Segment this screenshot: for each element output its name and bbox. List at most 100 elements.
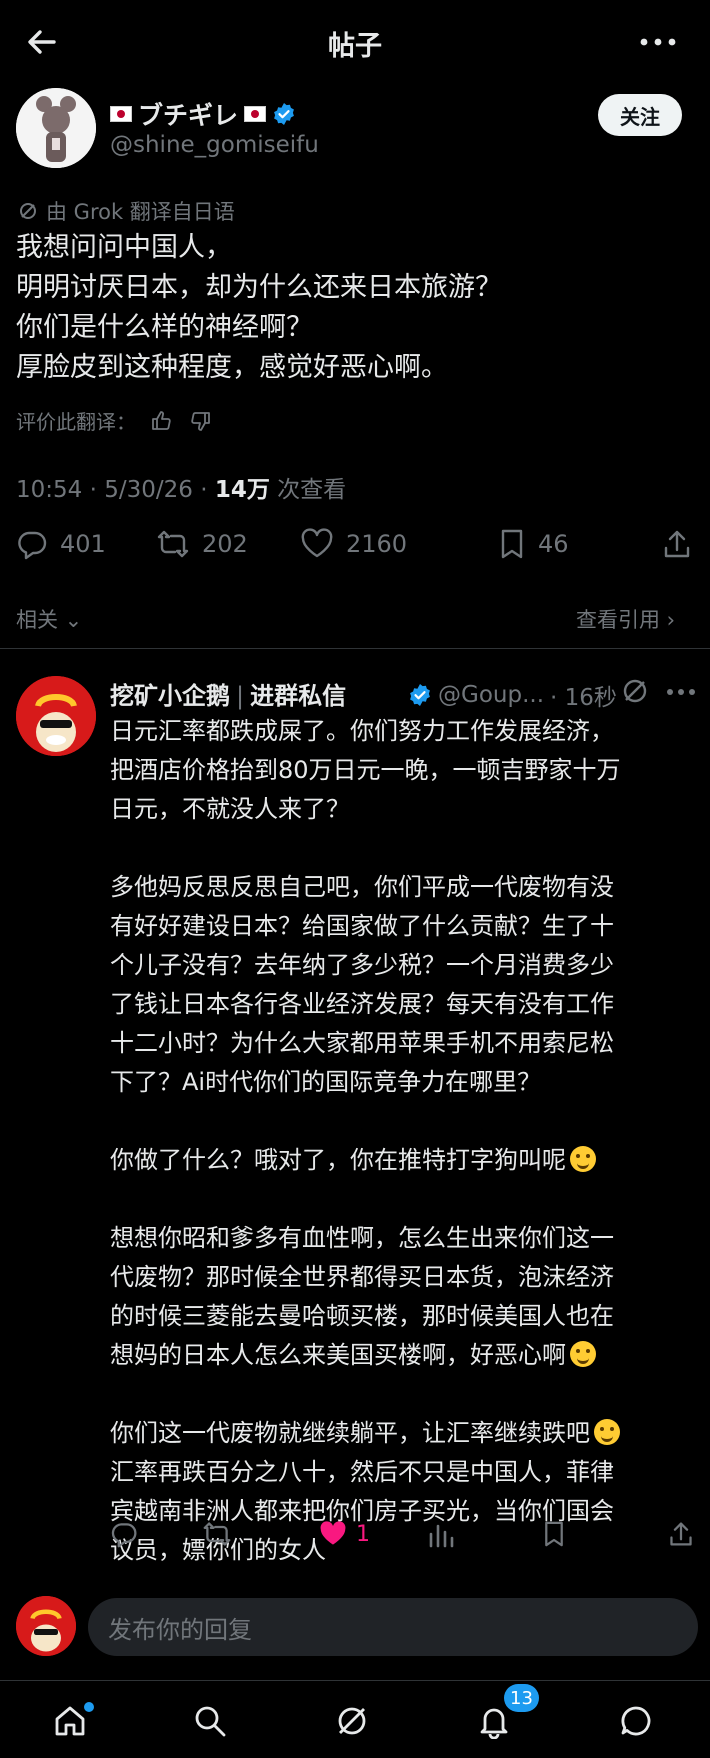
verified-badge-icon — [410, 684, 430, 706]
reply-line-text: 多他妈反思反思自己吧，你们平成一代废物有没 — [110, 873, 614, 901]
divider — [0, 648, 710, 649]
reply-line: 有好好建设日本？给国家做了什么贡献？生了十 — [110, 907, 700, 946]
heart-icon — [301, 528, 333, 558]
reply-icon — [111, 1523, 137, 1548]
reply-line-text: 十二小时？为什么大家都用苹果手机不用索尼松 — [110, 1029, 614, 1057]
reply-line: 汇率再跌百分之八十，然后不只是中国人，菲律 — [110, 1453, 700, 1492]
repost-count: 202 — [202, 530, 248, 558]
reply-actions: 1 — [110, 1520, 700, 1554]
reply-line-text: 你做了什么？哦对了，你在推特打字狗叫呢 — [110, 1146, 566, 1174]
bookmark-action[interactable] — [542, 1520, 566, 1548]
like-action[interactable]: 2160 — [300, 528, 407, 560]
post-line: 厚脸皮到这种程度，感觉好恶心啊。 — [16, 352, 448, 383]
japan-flag-icon — [244, 106, 267, 122]
reply-line-text: 代废物？那时候全世界都得买日本货，泡沫经济 — [110, 1263, 614, 1291]
reply-line-text: 汇率再跌百分之八十，然后不只是中国人，菲律 — [110, 1458, 614, 1486]
view-quotes-label: 查看引用 — [576, 608, 660, 632]
grok-icon[interactable] — [334, 1703, 374, 1743]
author-name[interactable]: ブチギレ — [110, 96, 296, 132]
author-handle[interactable]: @shine_gomiseifu — [110, 132, 319, 158]
post-time: 10:54 · 5/30/26 · — [16, 477, 215, 503]
bookmark-count: 46 — [538, 530, 569, 558]
my-avatar[interactable] — [16, 1596, 76, 1656]
reply-action[interactable]: 401 — [16, 528, 106, 560]
repost-icon — [157, 530, 189, 558]
reply-like-count: 1 — [356, 1521, 370, 1547]
reply-input[interactable]: 发布你的回复 — [88, 1598, 698, 1656]
view-quotes-link[interactable]: 查看引用 › — [576, 604, 675, 634]
verified-badge-icon — [274, 103, 294, 125]
reply-line: 想想你昭和爹多有血性啊，怎么生出来你们这一 — [110, 1219, 700, 1258]
more-options-icon[interactable] — [636, 26, 680, 58]
repost-icon — [203, 1522, 231, 1546]
rate-label: 评价此翻译： — [16, 410, 136, 434]
reply-line: 你做了什么？哦对了，你在推特打字狗叫呢 — [110, 1141, 700, 1180]
reply-line — [110, 829, 700, 868]
reply-time: · 16秒 — [550, 685, 617, 711]
share-icon — [670, 1522, 692, 1546]
views-action[interactable] — [428, 1520, 454, 1548]
reply-line-text: 把酒店价格抬到80万日元一晚，一顿吉野家十万 — [110, 756, 621, 784]
thumbs-down-icon[interactable] — [188, 409, 212, 433]
bookmark-action[interactable]: 46 — [498, 528, 569, 560]
reply-line — [110, 1102, 700, 1141]
like-action[interactable]: 1 — [318, 1520, 370, 1548]
reply-line — [110, 1375, 700, 1414]
reply-author-name[interactable]: 挖矿小企鹅 | 进群私信 — [110, 676, 346, 711]
grok-icon[interactable] — [620, 676, 650, 706]
reply-text: 日元汇率都跌成屎了。你们努力工作发展经济， 把酒店价格抬到80万日元一晚，一顿吉野… — [110, 712, 700, 1570]
reply-line-text: 了钱让日本各行各业经济发展？每天有没有工作 — [110, 990, 614, 1018]
reply-action[interactable] — [110, 1520, 138, 1548]
bookmark-icon — [501, 529, 523, 559]
reply-line — [110, 1180, 700, 1219]
reply-author-tag: 进群私信 — [250, 682, 347, 710]
messages-icon[interactable] — [618, 1703, 658, 1743]
repost-action[interactable]: 202 — [156, 528, 248, 560]
page-title: 帖子 — [328, 31, 382, 62]
reply-line: 的时候三菱能去曼哈顿买楼，那时候美国人也在 — [110, 1297, 700, 1336]
post-line: 我想问问中国人， — [16, 232, 232, 263]
reply-line: 代废物？那时候全世界都得买日本货，泡沫经济 — [110, 1258, 700, 1297]
emoji-icon — [570, 1341, 596, 1367]
reply-avatar[interactable] — [16, 676, 96, 756]
bottom-nav — [0, 1680, 710, 1758]
author-avatar[interactable] — [16, 88, 96, 168]
post-line: 明明讨厌日本，却为什么还来日本旅游？ — [16, 272, 502, 303]
share-icon — [664, 530, 690, 558]
emoji-icon — [594, 1419, 620, 1445]
home-unread-dot — [84, 1702, 94, 1712]
post-line: 你们是什么样的神经啊？ — [16, 312, 313, 343]
reply-handle[interactable]: @Goup... — [438, 682, 544, 708]
share-action[interactable] — [668, 1520, 694, 1548]
bookmark-icon — [545, 1521, 563, 1547]
repost-action[interactable] — [202, 1520, 232, 1548]
name-separator: | — [236, 682, 245, 710]
reply-line: 十二小时？为什么大家都用苹果手机不用索尼松 — [110, 1024, 700, 1063]
reply-line-text: 下了？Ai时代你们的国际竞争力在哪里？ — [110, 1068, 542, 1096]
reply-line: 把酒店价格抬到80万日元一晚，一顿吉野家十万 — [110, 751, 700, 790]
emoji-icon — [570, 1146, 596, 1172]
reply-line: 下了？Ai时代你们的国际竞争力在哪里？ — [110, 1063, 700, 1102]
reply-handle-row: @Goup... · 16秒 — [408, 678, 617, 712]
reply-line-text: 想想你昭和爹多有血性啊，怎么生出来你们这一 — [110, 1224, 614, 1252]
reply-line-text: 你们这一代废物就继续躺平，让汇率继续跌吧 — [110, 1419, 590, 1447]
more-options-icon[interactable] — [664, 682, 698, 702]
reply-line: 日元汇率都跌成屎了。你们努力工作发展经济， — [110, 712, 700, 751]
author-name-text: ブチギレ — [138, 101, 239, 130]
reply-line: 个儿子没有？去年纳了多少税？一个月消费多少 — [110, 946, 700, 985]
related-label: 相关 — [16, 608, 58, 632]
related-dropdown[interactable]: 相关 ⌄ — [16, 604, 82, 634]
japan-flag-icon — [110, 106, 132, 122]
reply-line: 了钱让日本各行各业经济发展？每天有没有工作 — [110, 985, 700, 1024]
post-text: 我想问问中国人， 明明讨厌日本，却为什么还来日本旅游？ 你们是什么样的神经啊？ … — [16, 228, 696, 388]
follow-button[interactable]: 关注 — [598, 94, 682, 136]
thumbs-up-icon[interactable] — [150, 409, 174, 433]
grok-icon — [20, 203, 36, 219]
search-icon[interactable] — [192, 1703, 232, 1743]
grok-note-text: 由 Grok 翻译自日语 — [46, 200, 235, 224]
reply-line-text: 想妈的日本人怎么来美国买楼啊，好恶心啊 — [110, 1341, 566, 1369]
reply-line: 你们这一代废物就继续躺平，让汇率继续跌吧 — [110, 1414, 700, 1453]
share-action[interactable] — [662, 528, 692, 560]
grok-translation-note[interactable]: 由 Grok 翻译自日语 — [18, 196, 235, 226]
reply-line: 多他妈反思反思自己吧，你们平成一代废物有没 — [110, 868, 700, 907]
